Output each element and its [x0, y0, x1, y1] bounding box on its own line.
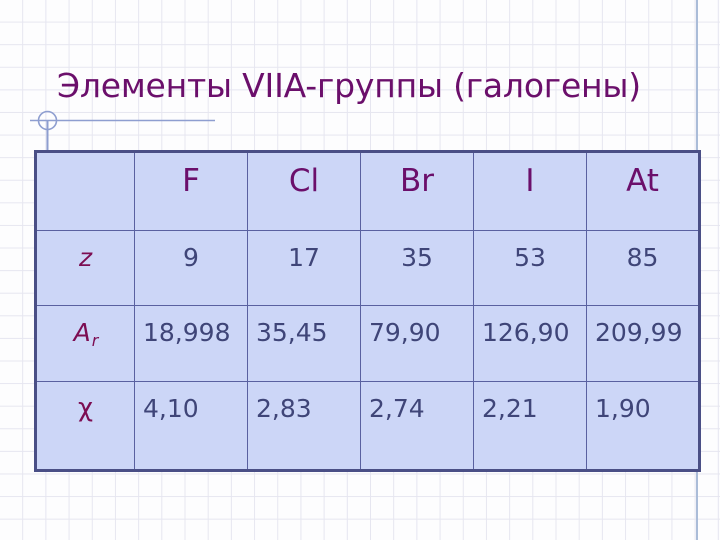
element-symbol: At — [626, 163, 659, 199]
row-label: z — [78, 243, 93, 272]
table-cell: 18,998 — [134, 305, 248, 382]
table-header-row: F Cl Br I At — [35, 151, 700, 231]
table-cell: 35,45 — [247, 305, 361, 382]
row-label: Ar — [73, 318, 99, 350]
cell-value: 9 — [183, 243, 199, 272]
table-header-cell-f: F — [134, 151, 248, 231]
table-cell: 35 — [360, 230, 474, 306]
table-cell: 4,10 — [134, 381, 248, 471]
page-title: Элементы VIIA-группы (галогены) — [57, 66, 641, 105]
cell-value: 1,90 — [595, 394, 651, 423]
corner-label — [37, 153, 134, 166]
element-symbol: Cl — [288, 163, 320, 199]
table-corner-cell — [35, 151, 135, 231]
table-cell: 2,74 — [360, 381, 474, 471]
cell-value: 53 — [514, 243, 546, 272]
table-row: χ 4,10 2,83 2,74 2,21 1,90 — [35, 381, 700, 471]
cell-value: 2,83 — [256, 394, 312, 423]
element-symbol: Br — [399, 163, 434, 199]
element-symbol: F — [182, 163, 200, 199]
table-row: z 9 17 35 53 85 — [35, 230, 700, 306]
table-cell: 79,90 — [360, 305, 474, 382]
table-header-cell-at: At — [586, 151, 700, 231]
table-cell: 209,99 — [586, 305, 700, 382]
table-row: Ar 18,998 35,45 79,90 126,90 209,99 — [35, 305, 700, 382]
cell-value: 2,21 — [482, 394, 538, 423]
table-cell: 9 — [134, 230, 248, 306]
table-header-cell-cl: Cl — [247, 151, 361, 231]
table-cell: 2,83 — [247, 381, 361, 471]
cell-value: 35 — [401, 243, 433, 272]
table-cell: 126,90 — [473, 305, 587, 382]
table-cell: 2,21 — [473, 381, 587, 471]
element-symbol: I — [525, 163, 535, 199]
table-header-cell-i: I — [473, 151, 587, 231]
cell-value: 209,99 — [595, 318, 683, 347]
table-cell: 17 — [247, 230, 361, 306]
cell-value: 17 — [288, 243, 320, 272]
row-label-cell-z: z — [35, 230, 135, 306]
row-label: χ — [77, 393, 94, 423]
table-cell: 1,90 — [586, 381, 700, 471]
cell-value: 4,10 — [143, 394, 199, 423]
cell-value: 126,90 — [482, 318, 570, 347]
table-cell: 85 — [586, 230, 700, 306]
cell-value: 35,45 — [256, 318, 328, 347]
cell-value: 2,74 — [369, 394, 425, 423]
row-label-cell-ar: Ar — [35, 305, 135, 382]
cell-value: 79,90 — [369, 318, 441, 347]
cell-value: 85 — [626, 243, 659, 272]
table-header-cell-br: Br — [360, 151, 474, 231]
table-cell: 53 — [473, 230, 587, 306]
row-label-cell-chi: χ — [35, 381, 135, 471]
slide-canvas: Элементы VIIA-группы (галогены) F Cl Br … — [0, 0, 720, 540]
cell-value: 18,998 — [143, 318, 231, 347]
halogens-properties-table: F Cl Br I At z 9 17 35 53 85 Ar 18,998 3… — [34, 150, 701, 472]
